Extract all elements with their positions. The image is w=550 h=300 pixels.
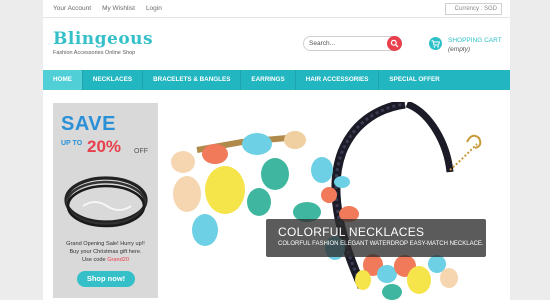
promo-line-2: Buy your Christmas gift here.	[69, 249, 142, 255]
promo-save-text: SAVE	[61, 113, 116, 135]
promo-up-to-text: UP TO	[61, 140, 83, 147]
top-utility-bar: Your Account My Wishlist Login Currency …	[43, 0, 510, 18]
necklace-image	[171, 99, 482, 300]
nav-item-home[interactable]: HOME	[43, 70, 83, 90]
account-links: Your Account My Wishlist Login	[53, 5, 162, 12]
nav-item-hair-accessories[interactable]: HAIR ACCESSORIES	[296, 70, 380, 90]
shop-now-button[interactable]: Shop now!	[77, 271, 135, 287]
page-frame: Your Account My Wishlist Login Currency …	[43, 0, 510, 300]
promo-code-prefix: Use code	[82, 257, 106, 263]
search-icon	[390, 39, 399, 48]
promo-line-1: Grand Opening Sale! Hurry up!!	[66, 241, 145, 247]
nav-item-necklaces[interactable]: NECKLACES	[83, 70, 144, 90]
currency-select[interactable]: Currency : SGD	[445, 3, 502, 15]
promo-banner[interactable]: SAVE UP TO 20% OFF Grand Opening Sale! H…	[53, 103, 158, 298]
main-navigation: HOME NECKLACES BRACELETS & BANGLES EARRI…	[43, 70, 510, 90]
promo-description: Grand Opening Sale! Hurry up!! Buy your …	[53, 240, 158, 264]
cart-label: SHOPPING CART	[448, 37, 502, 44]
promo-off-text: OFF	[134, 148, 148, 155]
promo-percent: 20%	[87, 137, 122, 156]
search-input[interactable]: Search...	[309, 40, 335, 47]
logo-title: Blingeous	[53, 29, 154, 49]
search-box[interactable]: Search...	[303, 36, 402, 51]
your-account-link[interactable]: Your Account	[53, 5, 91, 12]
site-logo[interactable]: Blingeous Fashion Accessories Online Sho…	[53, 30, 153, 56]
bracelet-image	[64, 176, 148, 228]
nav-item-bracelets-bangles[interactable]: BRACELETS & BANGLES	[143, 70, 242, 90]
shopping-cart-icon	[429, 37, 442, 50]
login-link[interactable]: Login	[146, 5, 162, 12]
cart-status: (empty)	[448, 46, 471, 53]
my-wishlist-link[interactable]: My Wishlist	[102, 5, 135, 12]
logo-tagline: Fashion Accessories Online Shop	[53, 50, 136, 56]
hero-caption: COLORFUL NECKLACES COLORFUL FASHION ELEG…	[266, 219, 486, 257]
nav-item-earrings[interactable]: EARRINGS	[241, 70, 296, 90]
promo-code: Grand20	[107, 257, 129, 263]
hero-slider[interactable]: COLORFUL NECKLACES COLORFUL FASHION ELEG…	[167, 99, 510, 300]
search-button[interactable]	[387, 36, 402, 51]
promo-code-line: Use code Grand20	[53, 256, 158, 264]
nav-item-special-offer[interactable]: SPECIAL OFFER	[379, 70, 449, 90]
hero-subtitle: COLORFUL FASHION ELEGANT WATERDROP EASY-…	[278, 241, 484, 247]
hero-title: COLORFUL NECKLACES	[278, 225, 425, 239]
